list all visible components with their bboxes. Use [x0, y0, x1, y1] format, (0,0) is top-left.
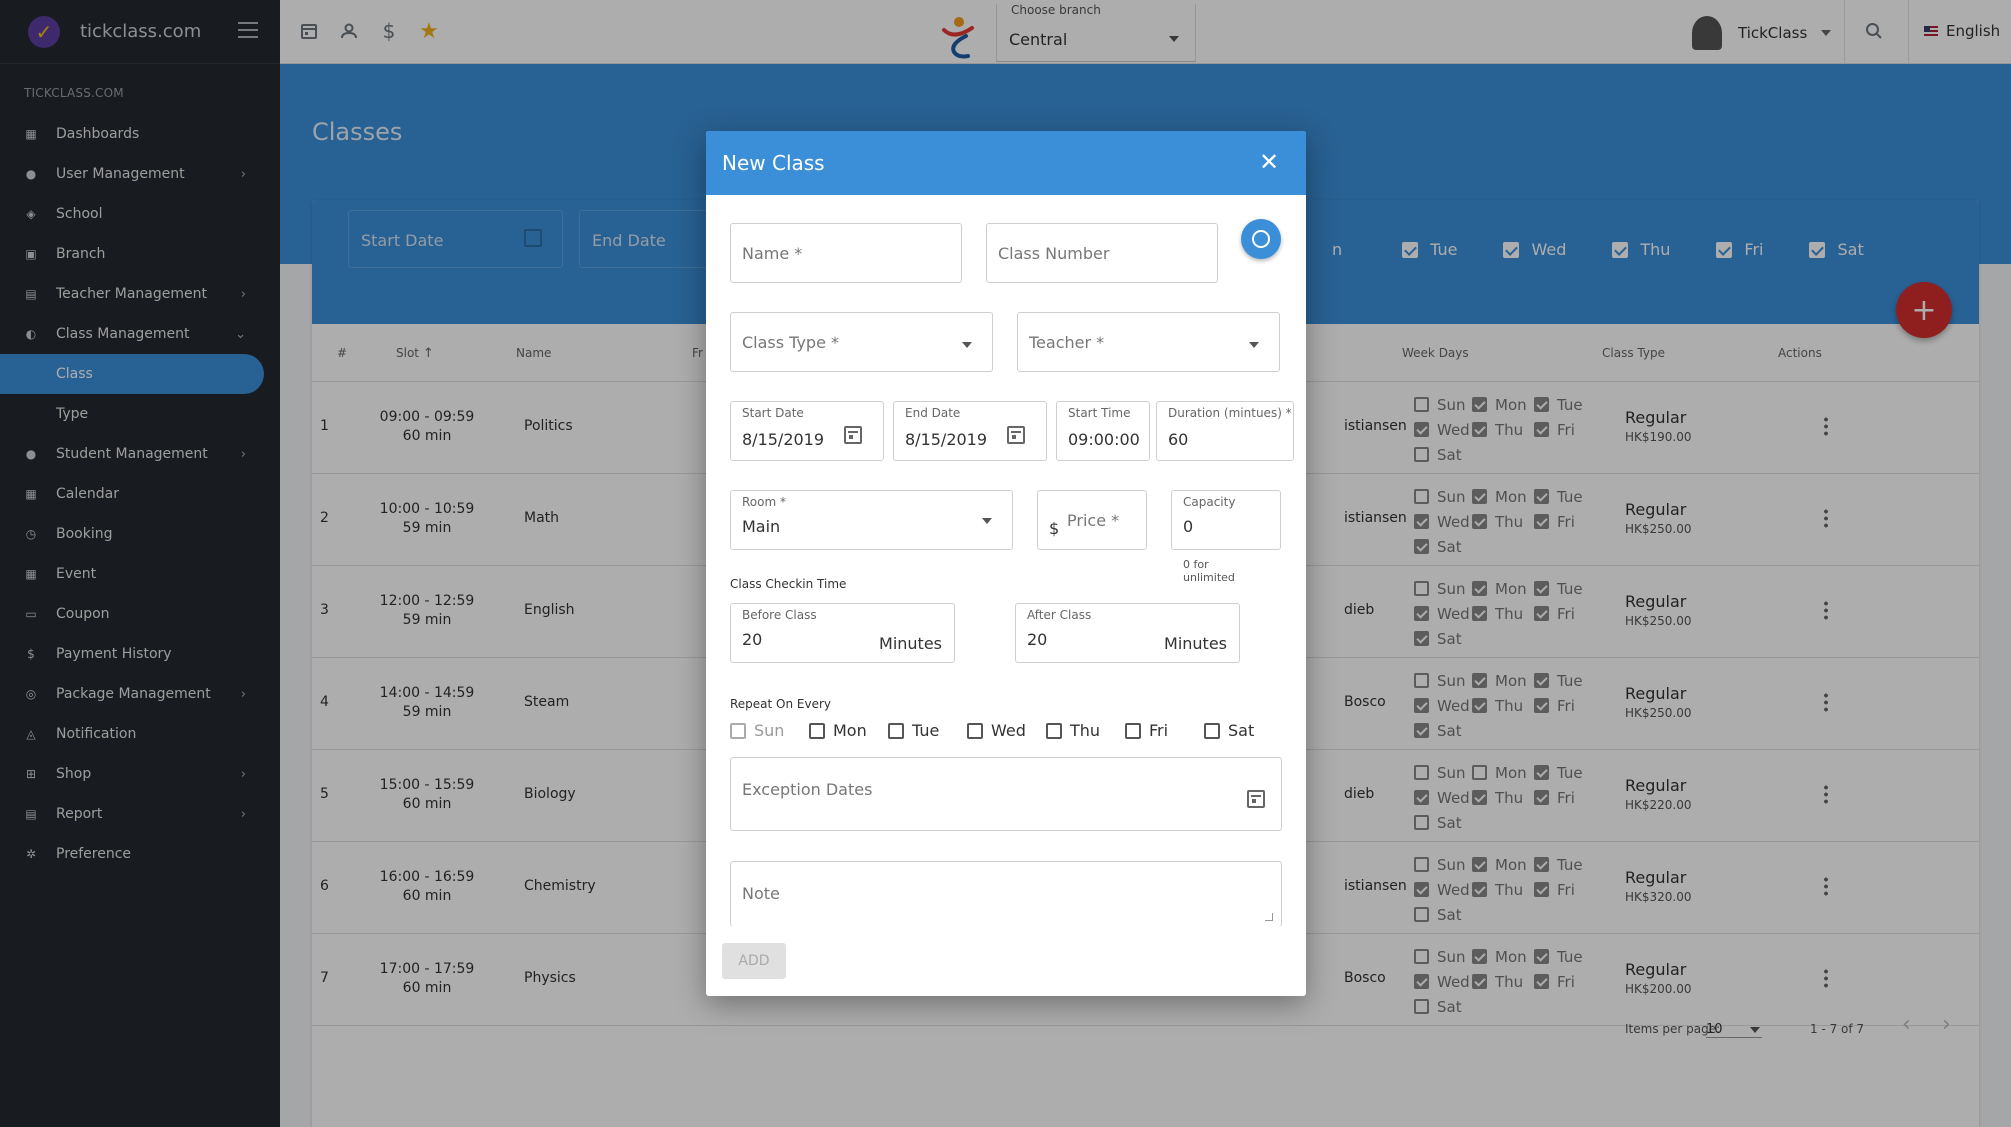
color-palette-button[interactable] — [1241, 219, 1281, 259]
checkbox-empty-icon[interactable] — [1125, 722, 1141, 739]
teacher-placeholder: Teacher * — [1029, 333, 1105, 352]
name-input-placeholder: Name * — [742, 244, 803, 263]
repeat-day-label: Sun — [754, 721, 785, 740]
room-value: Main — [742, 517, 781, 536]
checkbox-empty-icon[interactable] — [1046, 722, 1062, 739]
repeat-day-mon[interactable]: Mon — [809, 721, 888, 740]
price-input[interactable]: $ Price * — [1037, 490, 1147, 550]
capacity-value: 0 — [1183, 517, 1194, 536]
repeat-days: Sun Mon Tue Wed Thu Fri Sat — [730, 721, 1283, 740]
capacity-hint-line2: unlimited — [1183, 571, 1235, 584]
chevron-down-icon — [982, 518, 992, 524]
class-number-input[interactable]: Class Number — [986, 223, 1218, 283]
repeat-day-label: Mon — [833, 721, 867, 740]
add-button[interactable]: ADD — [722, 943, 786, 979]
teacher-select[interactable]: Teacher * — [1017, 312, 1280, 372]
price-placeholder: Price * — [1067, 511, 1120, 530]
start-time-label: Start Time — [1068, 406, 1131, 420]
class-type-placeholder: Class Type * — [742, 333, 840, 352]
repeat-day-thu[interactable]: Thu — [1046, 721, 1125, 740]
duration-value: 60 — [1168, 430, 1189, 449]
close-icon[interactable]: ✕ — [1258, 150, 1280, 174]
repeat-label: Repeat On Every — [730, 697, 832, 711]
note-placeholder: Note — [742, 884, 780, 903]
palette-icon — [1252, 230, 1270, 248]
checkbox-empty-icon[interactable] — [967, 722, 983, 739]
after-class-unit: Minutes — [1164, 634, 1227, 653]
after-class-label: After Class — [1027, 608, 1092, 622]
before-class-unit: Minutes — [879, 634, 942, 653]
dialog-header: New Class ✕ — [706, 131, 1306, 195]
duration-input[interactable]: Duration (mintues) * 60 — [1156, 401, 1294, 461]
repeat-day-label: Thu — [1070, 721, 1101, 740]
resize-handle-icon[interactable] — [1265, 913, 1273, 921]
class-type-select[interactable]: Class Type * — [730, 312, 993, 372]
repeat-day-sat[interactable]: Sat — [1204, 721, 1283, 740]
capacity-hint-line1: 0 for — [1183, 558, 1209, 571]
calendar-icon[interactable] — [1247, 790, 1265, 808]
chevron-down-icon — [1249, 342, 1259, 348]
before-class-input[interactable]: Before Class 20 Minutes — [730, 603, 955, 663]
repeat-day-label: Fri — [1149, 721, 1169, 740]
chevron-down-icon — [962, 342, 972, 348]
before-class-label: Before Class — [742, 608, 817, 622]
capacity-input[interactable]: Capacity 0 — [1171, 490, 1281, 550]
before-class-value: 20 — [742, 630, 763, 649]
exception-dates-input[interactable]: Exception Dates — [730, 757, 1282, 831]
repeat-day-fri[interactable]: Fri — [1125, 721, 1204, 740]
start-date-label: Start Date — [742, 406, 804, 420]
after-class-input[interactable]: After Class 20 Minutes — [1015, 603, 1240, 663]
exception-dates-placeholder: Exception Dates — [742, 780, 873, 799]
repeat-day-sun[interactable]: Sun — [730, 721, 809, 740]
new-class-dialog: New Class ✕ Name * Class Number Class Ty… — [706, 131, 1306, 996]
repeat-day-label: Sat — [1228, 721, 1255, 740]
room-select[interactable]: Room * Main — [730, 490, 1013, 550]
note-textarea[interactable]: Note — [730, 861, 1282, 927]
room-label: Room * — [742, 495, 786, 509]
checkbox-empty-icon[interactable] — [888, 722, 904, 739]
checkbox-empty-icon[interactable] — [1204, 722, 1220, 739]
checkin-time-label: Class Checkin Time — [730, 577, 847, 591]
repeat-day-label: Wed — [991, 721, 1026, 740]
repeat-day-wed[interactable]: Wed — [967, 721, 1046, 740]
start-time-value: 09:00:00 — [1068, 430, 1140, 449]
name-input[interactable]: Name * — [730, 223, 962, 283]
class-number-placeholder: Class Number — [998, 244, 1110, 263]
end-date-input[interactable]: End Date 8/15/2019 — [893, 401, 1047, 461]
end-date-label: End Date — [905, 406, 961, 420]
duration-label: Duration (mintues) * — [1168, 406, 1292, 420]
repeat-day-tue[interactable]: Tue — [888, 721, 967, 740]
checkbox-empty-icon[interactable] — [809, 722, 825, 739]
repeat-day-label: Tue — [912, 721, 940, 740]
capacity-label: Capacity — [1183, 495, 1236, 509]
start-time-input[interactable]: Start Time 09:00:00 — [1056, 401, 1150, 461]
calendar-icon[interactable] — [844, 426, 862, 444]
end-date-value: 8/15/2019 — [905, 430, 988, 449]
after-class-value: 20 — [1027, 630, 1048, 649]
capacity-hint: 0 for unlimited — [1183, 558, 1235, 584]
start-date-input[interactable]: Start Date 8/15/2019 — [730, 401, 884, 461]
checkbox-empty-icon[interactable] — [730, 722, 746, 739]
calendar-icon[interactable] — [1007, 426, 1025, 444]
dialog-title: New Class — [722, 151, 825, 175]
currency-symbol: $ — [1049, 519, 1060, 538]
start-date-value: 8/15/2019 — [742, 430, 825, 449]
